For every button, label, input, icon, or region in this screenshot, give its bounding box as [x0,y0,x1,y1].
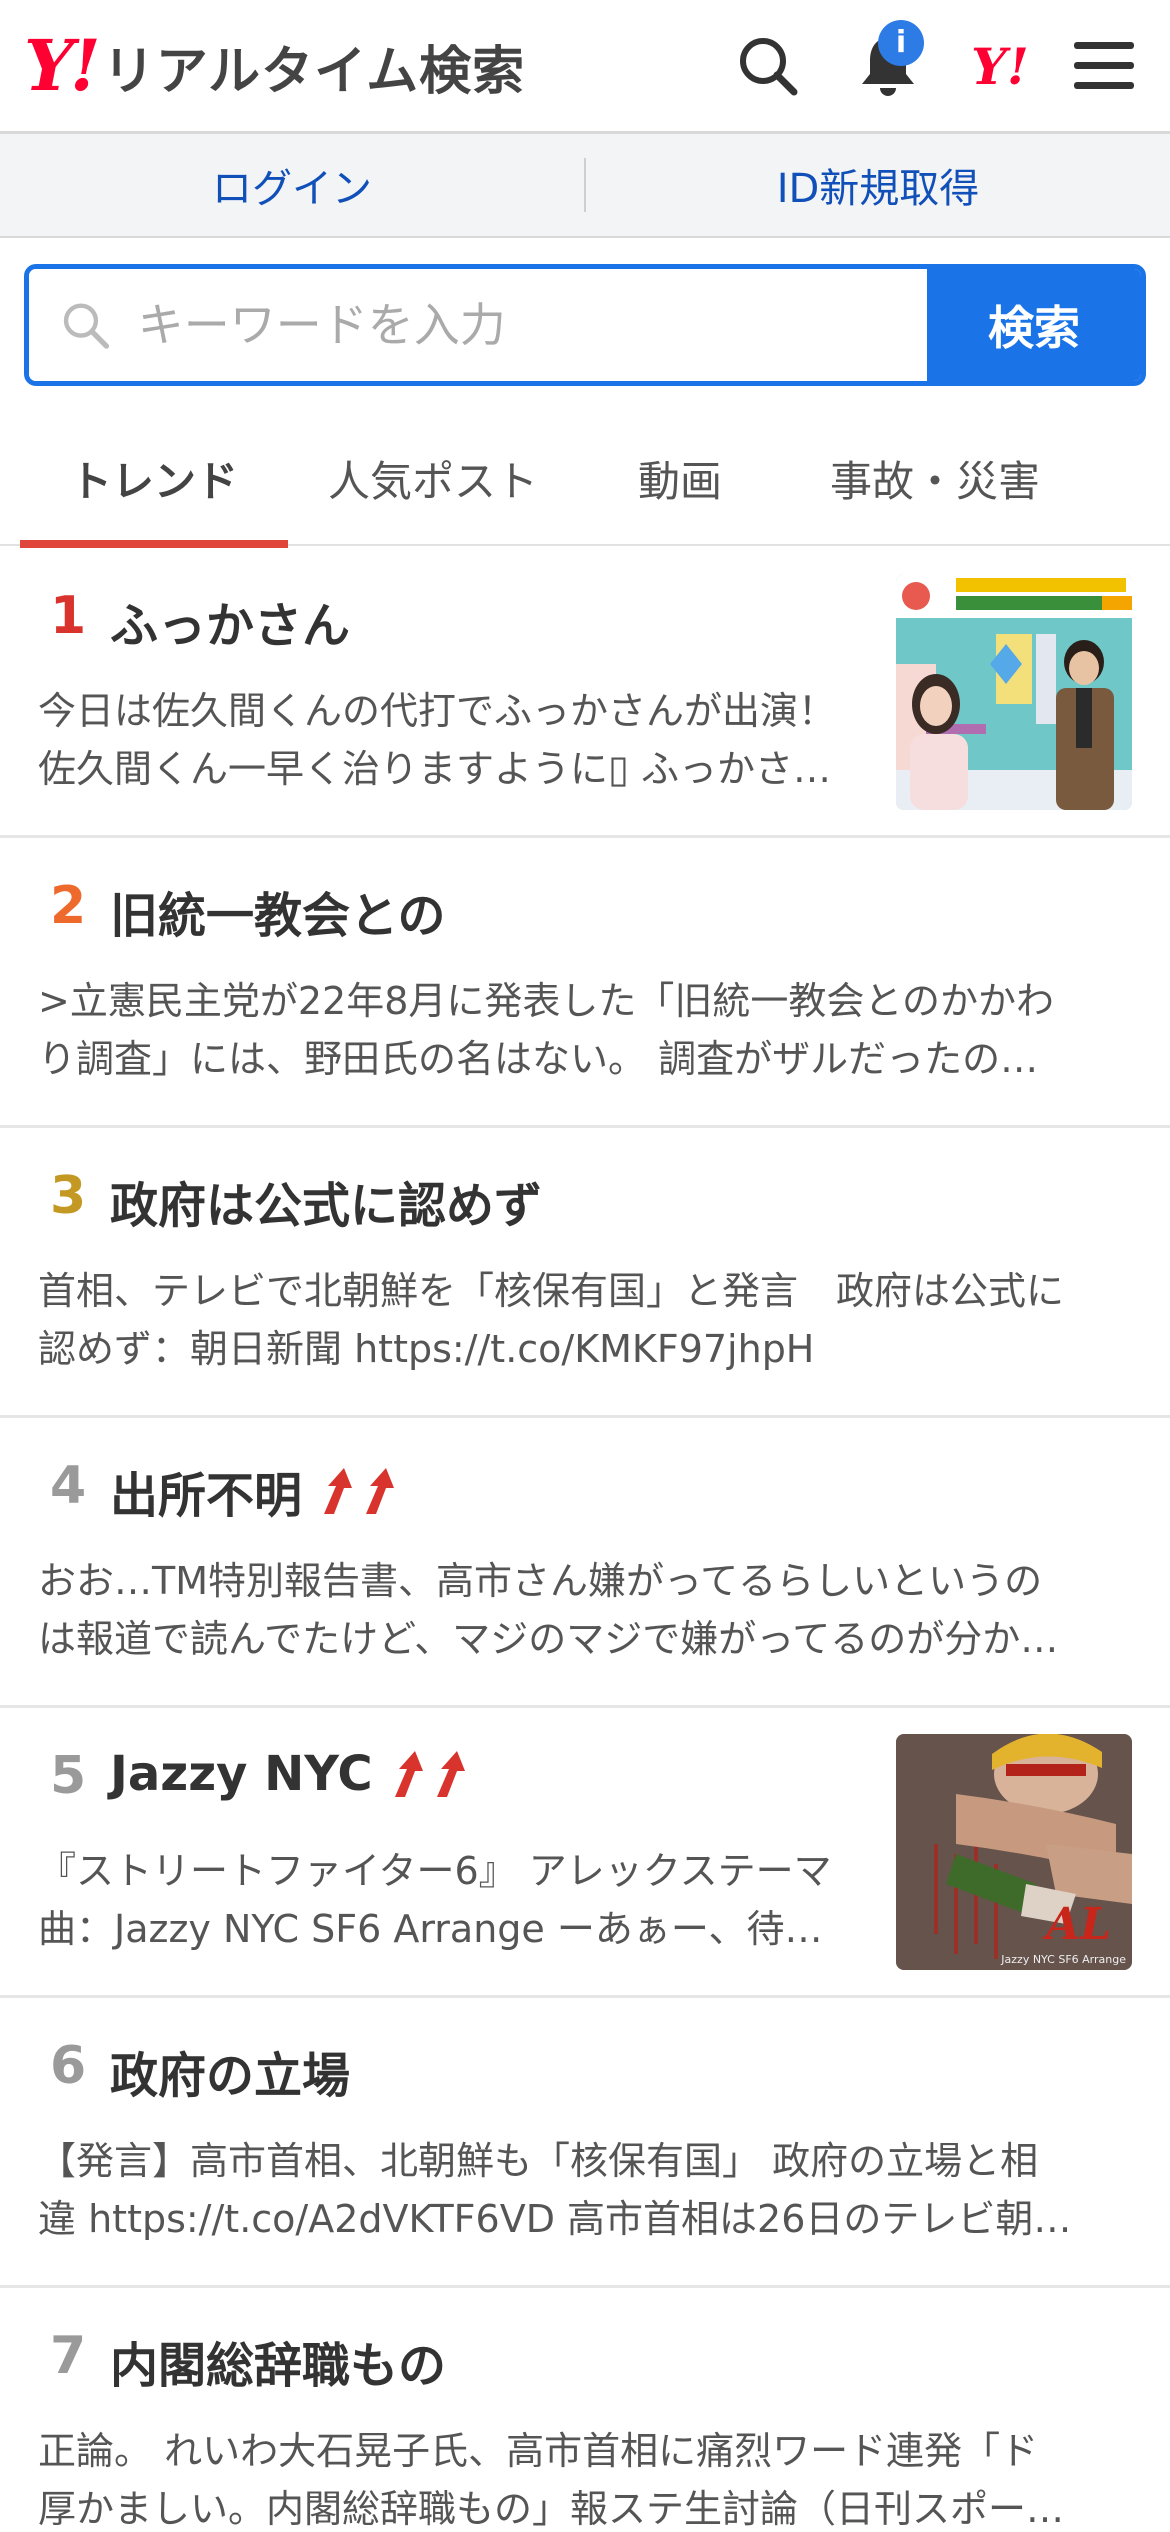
trend-title: 出所不明 [110,1456,400,1526]
trend-title-text: 旧統一教会との [110,888,446,944]
trend-title: 内閣総辞職もの [110,2326,446,2396]
trend-description: 『ストリートファイター6』 アレックステーマ 曲：Jazzy NYC SF6 A… [38,1842,868,1958]
trend-desc-line: >立憲民主党が22年8月に発表した「旧統一教会とのかかわ [38,979,1054,1023]
trend-title-text: 政府は公式に認めず [110,1178,543,1234]
trend-rank: 3 [50,1166,87,1226]
menu-icon[interactable] [1066,28,1142,104]
trend-item[interactable]: 2 旧統一教会との >立憲民主党が22年8月に発表した「旧統一教会とのかかわ り… [0,838,1170,1128]
trend-item[interactable]: 7 内閣総辞職もの 正論。 れいわ大石晃子氏、高市首相に痛烈ワード連発「ド 厚か… [0,2288,1170,2532]
yahoo-japan-icon[interactable]: Y! [962,28,1038,104]
register-id-link[interactable]: ID新規取得 [586,156,1170,214]
trend-description: 正論。 れいわ大石晃子氏、高市首相に痛烈ワード連発「ド 厚かましい。内閣総辞職も… [38,2422,1128,2532]
trend-description: 今日は佐久間くんの代打でふっかさんが出演！ 佐久間くん一早く治りますように▯ ふ… [38,682,868,798]
thumbnail-caption: Jazzy NYC SF6 Arrange [1001,1953,1126,1966]
notification-badge: i [878,20,924,66]
trend-thumbnail[interactable] [896,574,1132,810]
yahoo-japan-mark: Y! [971,36,1029,96]
trend-item[interactable]: 1 ふっかさん 今日は佐久間くんの代打でふっかさんが出演！ 佐久間くん一早く治り… [0,548,1170,838]
trend-description: おお…TM特別報告書、高市さん嫌がってるらしいというの は報道で読んでたけど、マ… [38,1552,1128,1668]
rising-trend-icon [387,1749,471,1799]
category-tabs: トレンド 人気ポスト 動画 事故・災害 [0,410,1170,548]
trend-rank: 4 [50,1456,87,1516]
trend-title-text: ふっかさん [110,598,351,654]
trend-item[interactable]: 3 政府は公式に認めず 首相、テレビで北朝鮮を「核保有国」と発言 政府は公式に … [0,1128,1170,1418]
trend-desc-line: 首相、テレビで北朝鮮を「核保有国」と発言 政府は公式に [38,1269,1065,1313]
trend-desc-line: 認めず：朝日新聞 https://t.co/KMKF97jhpH [38,1327,815,1371]
search-icon[interactable] [730,28,806,104]
trend-title-text: 政府の立場 [110,2048,351,2104]
trend-desc-line: 【発言】高市首相、北朝鮮も「核保有国」 政府の立場と相 [38,2139,1039,2183]
trend-desc-line: 佐久間くん一早く治りますように▯ ふっかさ… [38,747,831,791]
trend-title: Jazzy NYC [110,1746,471,1802]
trend-description: 首相、テレビで北朝鮮を「核保有国」と発言 政府は公式に 認めず：朝日新聞 htt… [38,1262,1128,1378]
yahoo-realtime-logo[interactable]: Y! リアルタイム検索 [24,26,525,106]
trend-rank: 6 [50,2036,87,2096]
trend-rank: 2 [50,876,87,936]
trend-title: 政府は公式に認めず [110,1166,542,1236]
trend-desc-line: 正論。 れいわ大石晃子氏、高市首相に痛烈ワード連発「ド [38,2429,1039,2473]
login-link[interactable]: ログイン [0,156,584,214]
trend-item[interactable]: 5 Jazzy NYC 『ストリートファイター6』 アレックステーマ 曲：Jaz… [0,1708,1170,1998]
trend-title: ふっかさん [110,586,350,656]
trend-desc-line: 『ストリートファイター6』 アレックステーマ [38,1849,832,1893]
svg-text:AL: AL [1042,1899,1111,1950]
trend-rank: 1 [50,586,87,646]
trend-item[interactable]: 6 政府の立場 【発言】高市首相、北朝鮮も「核保有国」 政府の立場と相 違 ht… [0,1998,1170,2288]
tab-popular-posts[interactable]: 人気ポスト [288,410,578,546]
tab-videos[interactable]: 動画 [578,410,782,546]
trend-desc-line: 違 https://t.co/A2dVKTF6VD 高市首相は26日のテレビ朝… [38,2197,1072,2241]
logo-title: リアルタイム検索 [102,41,526,102]
tab-accidents-disasters[interactable]: 事故・災害 [782,410,1088,546]
trend-title: 政府の立場 [110,2036,350,2106]
trend-desc-line: り調査」には、野田氏の名はない。 調査がザルだったの… [38,1037,1039,1081]
trend-title: 旧統一教会との [110,876,446,946]
yahoo-logo-mark: Y! [24,24,101,107]
search-button[interactable]: 検索 [927,269,1141,381]
trend-thumbnail[interactable]: AL Jazzy NYC SF6 Arrange [896,1734,1132,1970]
trend-title-text: 出所不明 [110,1468,303,1524]
trend-rank: 7 [50,2326,87,2386]
search-input[interactable] [137,298,927,352]
trend-desc-line: 今日は佐久間くんの代打でふっかさんが出演！ [38,689,837,733]
trend-description: 【発言】高市首相、北朝鮮も「核保有国」 政府の立場と相 違 https://t.… [38,2132,1128,2248]
trend-desc-line: 厚かましい。内閣総辞職もの」報ステ生討論（日刊スポー… [38,2487,1065,2531]
search-form: 検索 [24,264,1146,386]
auth-bar: ログイン ID新規取得 [0,134,1170,238]
trend-rank: 5 [50,1746,87,1806]
trend-list: 1 ふっかさん 今日は佐久間くんの代打でふっかさんが出演！ 佐久間くん一早く治り… [0,548,1170,2532]
search-field[interactable] [29,269,927,381]
app-header: Y! リアルタイム検索 i Y! [0,0,1170,134]
trend-desc-line: 曲：Jazzy NYC SF6 Arrange ーあぁー、待… [38,1907,823,1951]
search-field-icon [63,303,110,349]
trend-item[interactable]: 4 出所不明 おお…TM特別報告書、高市さん嫌がってるらしいというの は報道で読… [0,1418,1170,1708]
trend-description: >立憲民主党が22年8月に発表した「旧統一教会とのかかわ り調査」には、野田氏の… [38,972,1128,1088]
trend-title-text: Jazzy NYC [110,1746,373,1802]
rising-trend-icon [316,1466,400,1516]
trend-desc-line: おお…TM特別報告書、高市さん嫌がってるらしいというの [38,1559,1043,1603]
trend-title-text: 内閣総辞職もの [110,2338,447,2394]
notification-bell-icon[interactable]: i [850,20,926,104]
trend-desc-line: は報道で読んでたけど、マジのマジで嫌がってるのが分か… [38,1617,1059,1661]
tab-trend[interactable]: トレンド [20,410,288,548]
